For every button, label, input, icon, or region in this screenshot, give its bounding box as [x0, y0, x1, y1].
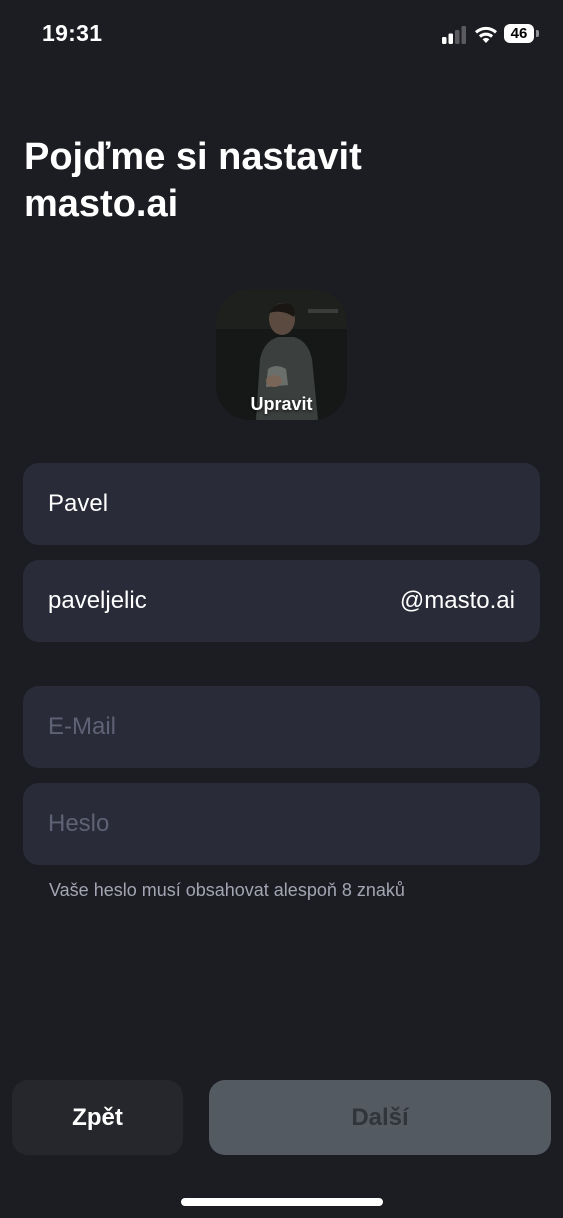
display-name-field[interactable] — [23, 463, 540, 545]
battery-icon: 46 — [504, 24, 540, 44]
edit-avatar-label[interactable]: Upravit — [216, 394, 347, 415]
password-input[interactable] — [48, 783, 388, 865]
cellular-signal-icon — [442, 26, 466, 44]
status-bar: 19:31 46 — [0, 0, 563, 70]
battery-level: 46 — [504, 24, 534, 43]
avatar-editor[interactable]: Upravit — [216, 289, 347, 420]
username-input[interactable] — [48, 560, 388, 642]
page-title: Pojďme si nastavit masto.ai — [24, 136, 362, 225]
password-hint: Vaše heslo musí obsahovat alespoň 8 znak… — [49, 880, 405, 900]
password-field[interactable] — [23, 783, 540, 865]
email-input[interactable] — [48, 686, 388, 768]
display-name-input[interactable] — [48, 463, 388, 545]
wifi-icon — [475, 26, 497, 43]
home-indicator[interactable] — [181, 1198, 383, 1206]
username-domain-suffix: @masto.ai — [399, 587, 515, 614]
back-button[interactable]: Zpět — [12, 1080, 183, 1155]
email-field[interactable] — [23, 686, 540, 768]
username-field[interactable]: @masto.ai — [23, 560, 540, 642]
next-button[interactable]: Další — [209, 1080, 551, 1155]
status-time: 19:31 — [42, 20, 103, 46]
